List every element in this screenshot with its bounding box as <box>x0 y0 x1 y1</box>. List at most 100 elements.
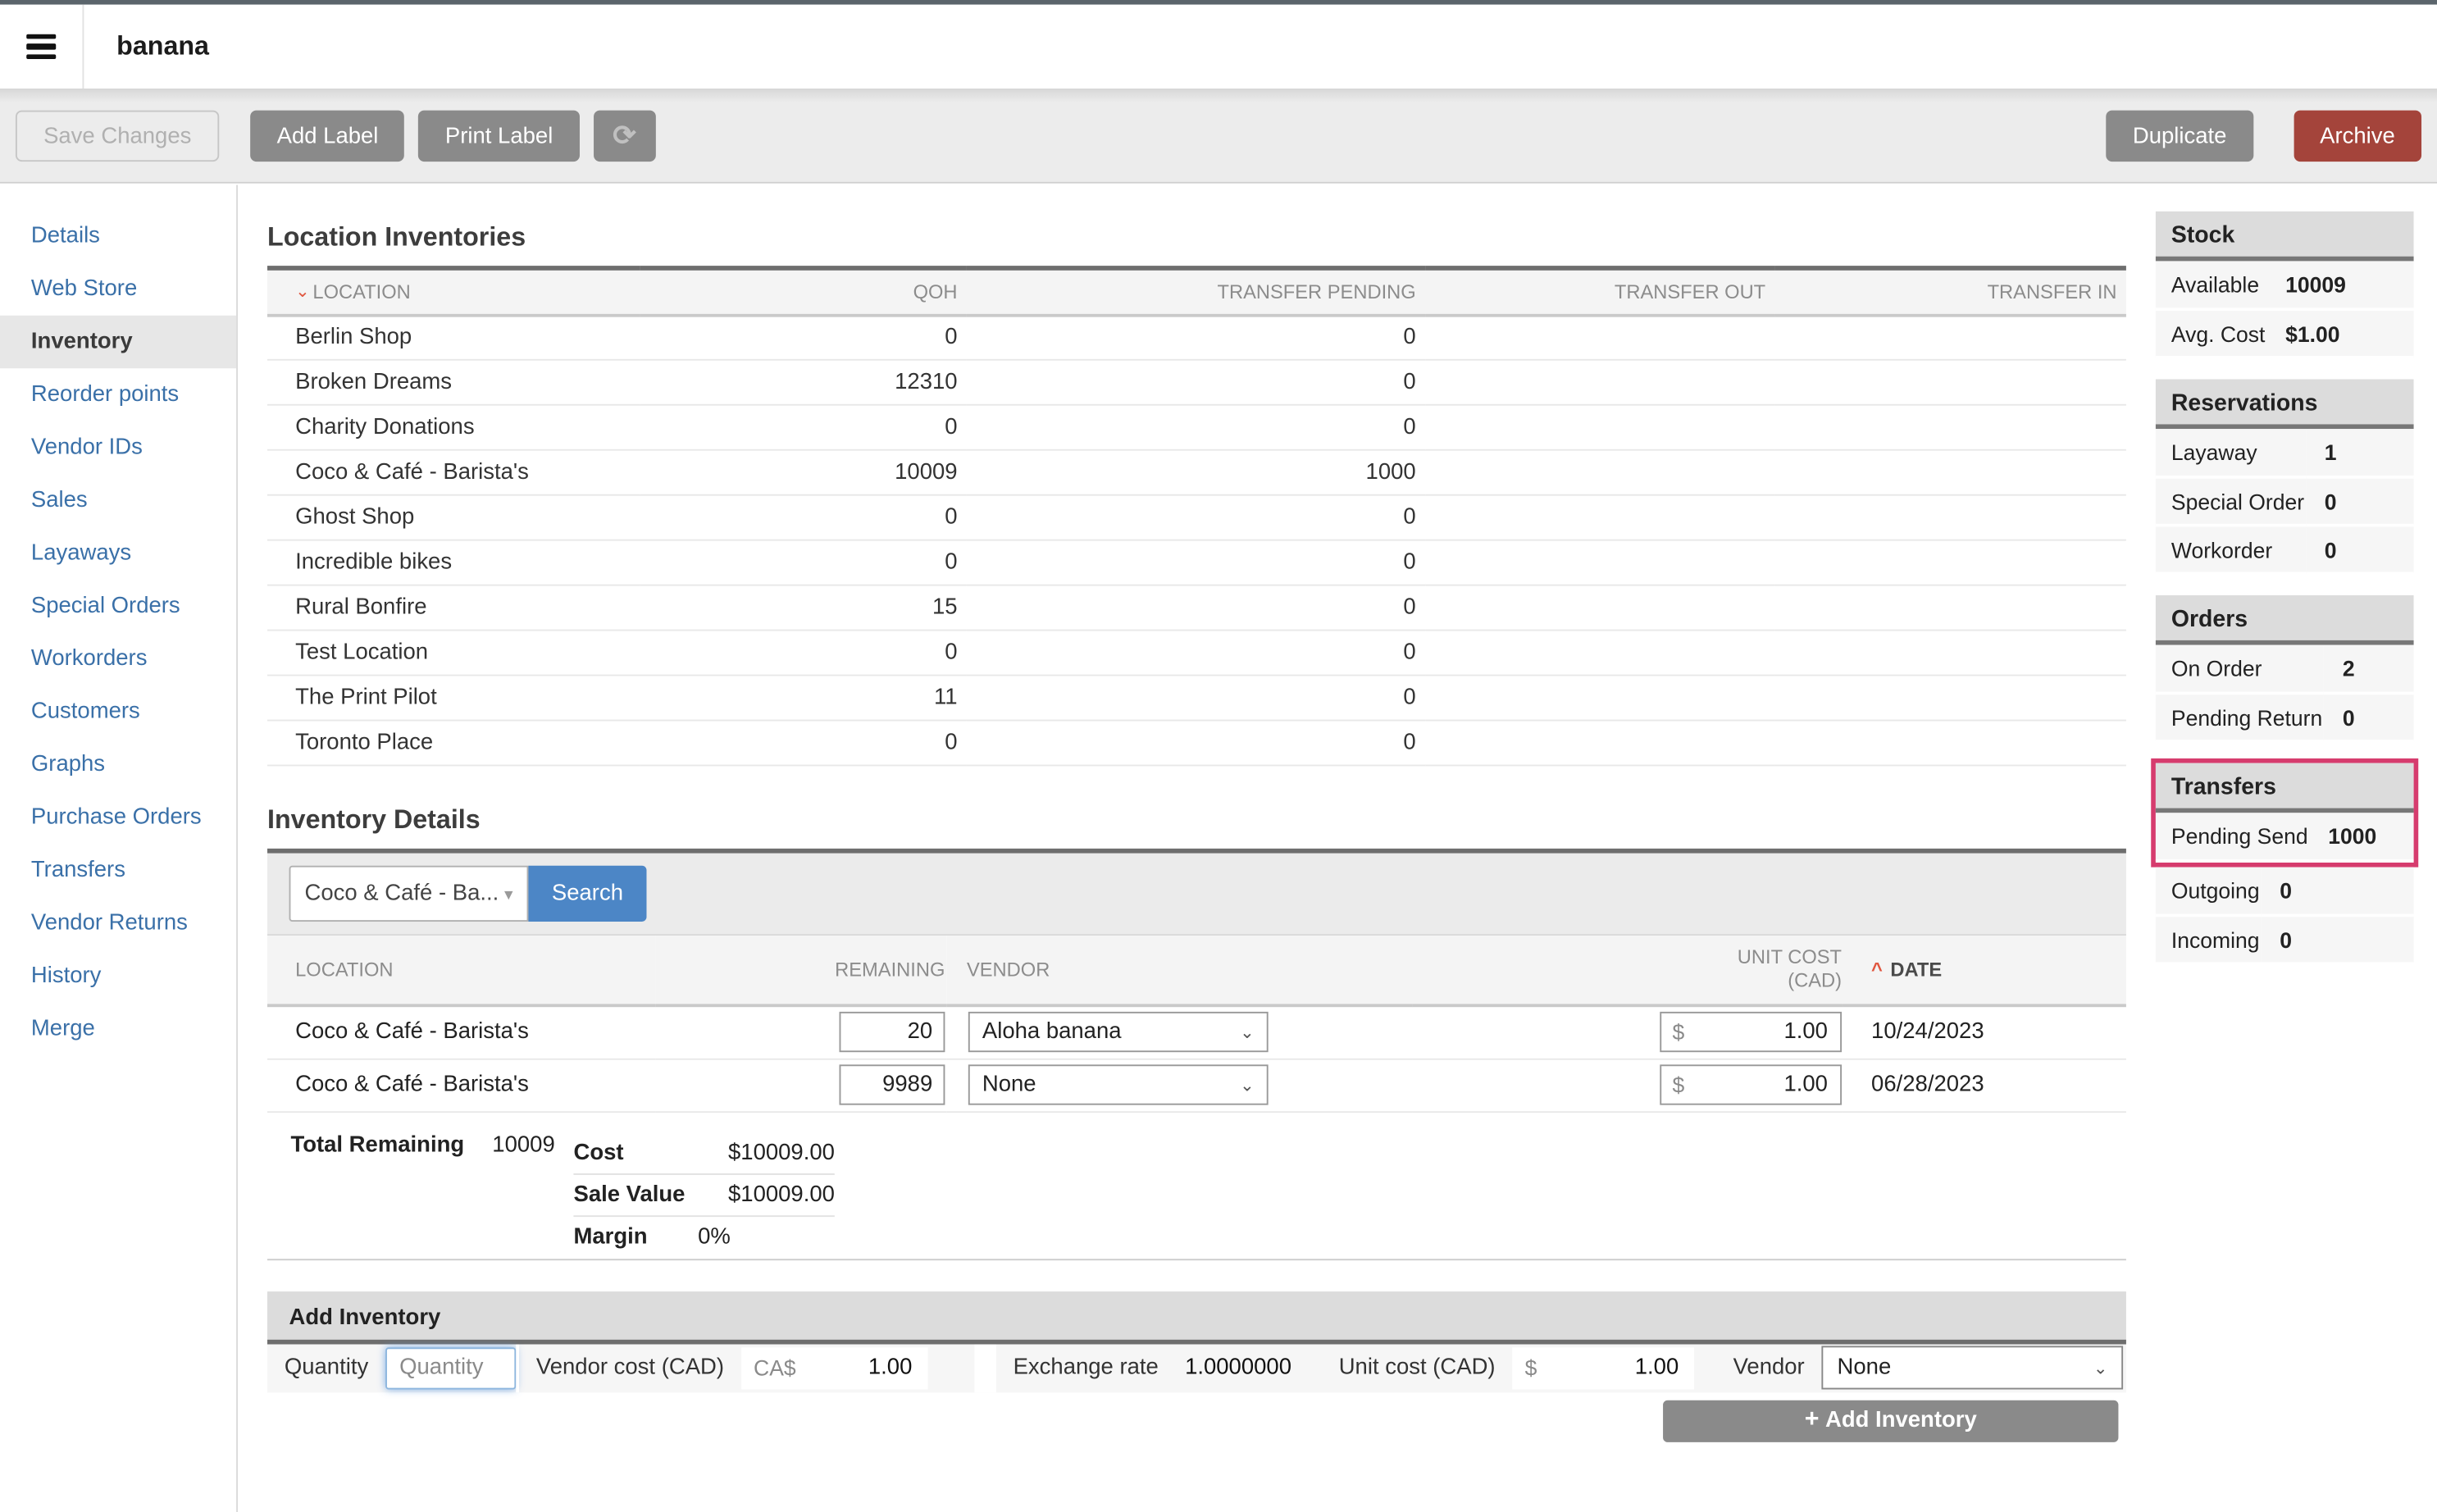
plus-icon: + <box>1804 1406 1820 1433</box>
cell-in <box>1774 359 2126 406</box>
unit-cost-input[interactable] <box>1542 1353 1695 1382</box>
add-inventory-title: Add Inventory <box>267 1291 2126 1344</box>
cell-qoh: 0 <box>640 630 967 676</box>
sidebar-item-transfers[interactable]: Transfers <box>0 844 236 896</box>
cell-location: Charity Donations <box>267 404 640 451</box>
column-header-vendor[interactable]: VENDOR <box>946 936 1413 1008</box>
add-inventory-button[interactable]: + Add Inventory <box>1663 1399 2119 1441</box>
cell-qoh: 0 <box>640 494 967 541</box>
vendor-select[interactable]: Aloha banana ⌄ <box>968 1012 1269 1053</box>
cell-qoh: 12310 <box>640 359 967 406</box>
cell-in <box>1774 720 2126 767</box>
sidebar-item-sales[interactable]: Sales <box>0 474 236 526</box>
cell-pending: 1000 <box>966 449 1426 496</box>
cell-location: Coco & Café - Barista's <box>267 449 640 496</box>
vendor-cost-input[interactable] <box>802 1353 928 1382</box>
sidebar-item-merge[interactable]: Merge <box>0 1003 236 1055</box>
inventory-detail-row: Coco & Café - Barista's Aloha banana⌄ $ … <box>267 1005 2126 1059</box>
column-header-unit-cost[interactable]: UNIT COST (CAD) <box>1412 936 1843 1008</box>
column-header-transfer-pending[interactable]: TRANSFER PENDING <box>966 267 1426 317</box>
column-header-date[interactable]: ^ DATE <box>1843 936 2126 1008</box>
unit-cost-input-group: $ <box>1660 1064 1843 1105</box>
cell-in <box>1774 675 2126 722</box>
sidebar-item-history[interactable]: History <box>0 950 236 1002</box>
chevron-down-icon: ⌄ <box>1240 1076 1255 1095</box>
cell-qoh: 0 <box>640 540 967 586</box>
cell-date: 10/24/2023 <box>1843 1005 2126 1059</box>
column-header-location[interactable]: LOCATION <box>267 936 656 1008</box>
column-header-remaining[interactable]: REMAINING <box>655 936 947 1008</box>
location-filter-select[interactable]: Coco & Café - Ba... ▾ <box>289 865 529 922</box>
archive-button[interactable]: Archive <box>2293 110 2422 162</box>
sidebar-item-inventory[interactable]: Inventory <box>0 315 237 369</box>
column-header-location[interactable]: ⌄ LOCATION <box>267 267 640 317</box>
currency-prefix: CA$ <box>754 1355 796 1381</box>
table-row: The Print Pilot 11 0 <box>267 675 2126 722</box>
print-label-button[interactable]: Print Label <box>418 110 580 162</box>
cell-location: Berlin Shop <box>267 314 640 361</box>
reservations-panel: Reservations Layaway 1 Special Order 0 Wor… <box>2155 379 2414 576</box>
select-caret-icon: ▾ <box>503 885 513 904</box>
cell-pending: 0 <box>966 404 1426 451</box>
cell-in <box>1774 540 2126 586</box>
vendor-select[interactable]: None ⌄ <box>1821 1346 2124 1390</box>
stock-row: Avg. Cost $1.00 <box>2155 309 2414 359</box>
currency-prefix: $ <box>1672 1019 1685 1045</box>
cell-qoh: 11 <box>640 675 967 722</box>
sidebar-item-customers[interactable]: Customers <box>0 685 236 738</box>
refresh-button[interactable]: ⟳ <box>593 110 656 162</box>
cost-value: $10009.00 <box>727 1140 835 1165</box>
cell-pending: 0 <box>966 720 1426 767</box>
sale-value-value: $10009.00 <box>727 1182 835 1207</box>
column-header-transfer-out[interactable]: TRANSFER OUT <box>1425 267 1775 317</box>
cell-pending: 0 <box>966 359 1426 406</box>
table-row: Test Location 0 0 <box>267 630 2126 676</box>
column-header-transfer-in[interactable]: TRANSFER IN <box>1774 267 2126 317</box>
vendor-select[interactable]: None ⌄ <box>968 1064 1269 1105</box>
margin-label: Margin <box>573 1224 648 1250</box>
search-button[interactable]: Search <box>528 865 647 922</box>
transfers-panel: Transfers Pending Send 1000 Outgoing 0 Inc… <box>2151 758 2419 966</box>
duplicate-button[interactable]: Duplicate <box>2106 110 2253 162</box>
cell-qoh: 15 <box>640 585 967 631</box>
location-inventories-section: Location Inventories ⌄ LOCATION QOH TRANS… <box>267 222 2126 767</box>
cost-row: Cost $10009.00 <box>573 1132 835 1174</box>
total-remaining-label: Total Remaining <box>290 1132 465 1158</box>
sidebar-item-details[interactable]: Details <box>0 210 236 262</box>
toolbar: Save Changes Add Label Print Label ⟳ Dup… <box>0 89 2437 184</box>
quantity-input[interactable] <box>385 1346 517 1389</box>
hamburger-menu-button[interactable] <box>0 4 84 89</box>
refresh-icon: ⟳ <box>613 119 636 151</box>
add-label-button[interactable]: Add Label <box>250 110 405 162</box>
sidebar-item-web-store[interactable]: Web Store <box>0 262 236 315</box>
sidebar-item-layaways[interactable]: Layaways <box>0 527 236 580</box>
sidebar-item-reorder-points[interactable]: Reorder points <box>0 368 236 421</box>
unit-cost-header-line1: UNIT COST <box>1737 946 1843 968</box>
sidebar-item-graphs[interactable]: Graphs <box>0 738 236 790</box>
sidebar-item-workorders[interactable]: Workorders <box>0 632 236 685</box>
unit-cost-input-group: $ <box>1512 1346 1695 1389</box>
remaining-input[interactable] <box>839 1012 945 1053</box>
table-row: Charity Donations 0 0 <box>267 404 2126 451</box>
save-changes-button[interactable]: Save Changes <box>15 110 220 162</box>
reservation-row: Layaway 1 <box>2155 429 2414 479</box>
remaining-input[interactable] <box>839 1064 945 1105</box>
stat-label: Outgoing <box>2155 867 2262 918</box>
sale-value-label: Sale Value <box>573 1182 686 1207</box>
reservation-row: Workorder 0 <box>2155 525 2414 576</box>
column-header-qoh[interactable]: QOH <box>640 267 967 317</box>
location-inventories-header-row: ⌄ LOCATION QOH TRANSFER PENDING TRANSFER … <box>267 267 2126 317</box>
toolbar-right-group: Duplicate Archive <box>2106 110 2422 162</box>
sidebar-item-vendor-returns[interactable]: Vendor Returns <box>0 897 236 950</box>
stat-label: Workorder <box>2155 525 2307 576</box>
sidebar-item-special-orders[interactable]: Special Orders <box>0 580 236 632</box>
orders-panel-title: Orders <box>2155 594 2414 645</box>
sidebar-item-purchase-orders[interactable]: Purchase Orders <box>0 791 236 844</box>
unit-cost-input[interactable] <box>1690 1070 1841 1100</box>
sidebar-item-vendor-ids[interactable]: Vendor IDs <box>0 421 236 474</box>
cell-location: Rural Bonfire <box>267 585 640 631</box>
table-row: Broken Dreams 12310 0 <box>267 359 2126 406</box>
unit-cost-input[interactable] <box>1690 1018 1841 1047</box>
exchange-rate-input[interactable] <box>1175 1346 1322 1389</box>
page-title: banana <box>116 30 209 61</box>
